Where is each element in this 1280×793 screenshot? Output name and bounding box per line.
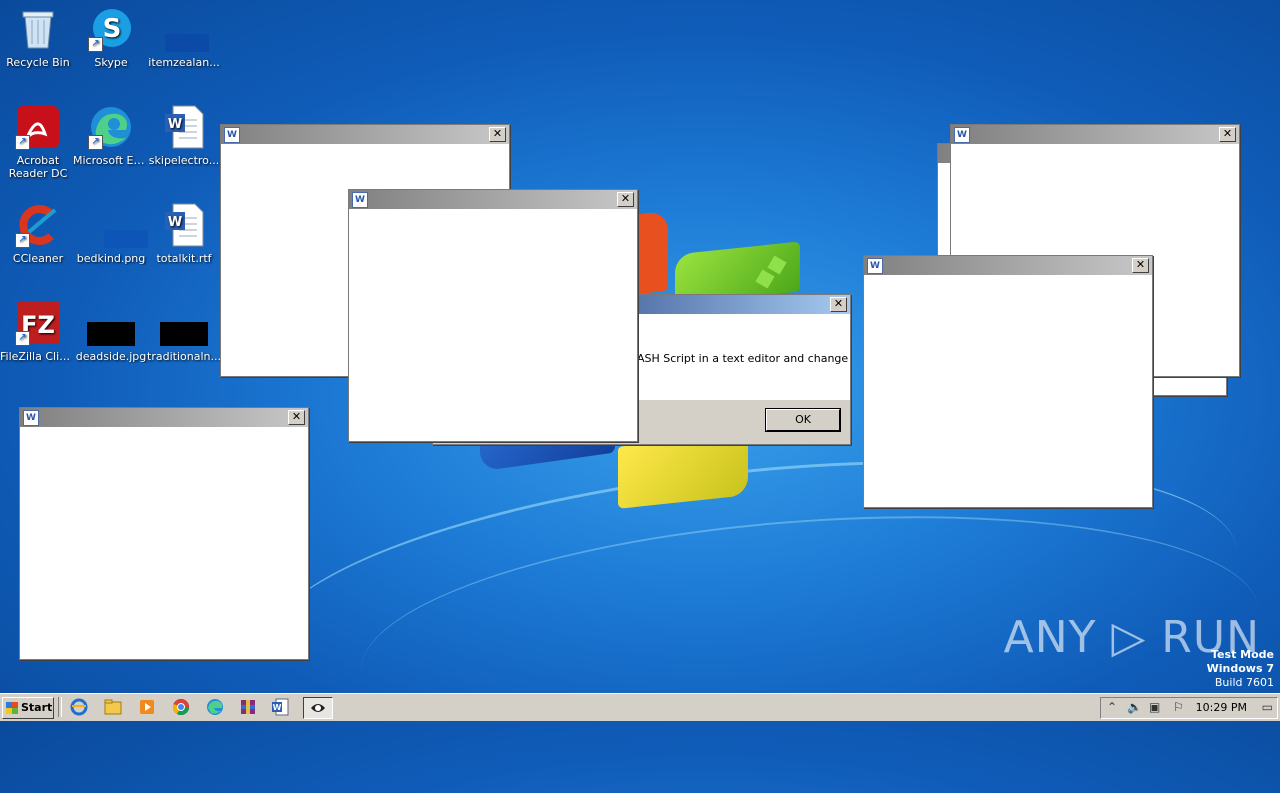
- recycle-bin-icon: [15, 6, 61, 52]
- shortcut-arrow-icon: ↗: [88, 135, 103, 150]
- desktop-icon-label: totalkit.rtf: [156, 252, 212, 265]
- word-document-icon: W: [161, 104, 207, 150]
- desktop-icon-ccleaner[interactable]: ↗ CCleaner: [0, 202, 76, 265]
- window-titlebar[interactable]: W ✕: [20, 408, 308, 427]
- filezilla-icon: FZ ↗: [15, 300, 61, 346]
- edge-icon: ↗: [88, 104, 134, 150]
- desktop-icon-label: Skype: [94, 56, 128, 69]
- test-mode-notice: Test Mode Windows 7 Build 7601: [1207, 648, 1274, 690]
- svg-text:W: W: [168, 117, 182, 132]
- media-player-icon[interactable]: [135, 697, 159, 717]
- word-document-icon: W: [161, 202, 207, 248]
- desktop-icon-itemzealan[interactable]: itemzealan...: [146, 6, 222, 69]
- svg-text:W: W: [168, 215, 182, 230]
- test-mode-line: Test Mode: [1211, 648, 1274, 661]
- image-file-icon: [88, 202, 148, 248]
- word-app-icon: W: [224, 127, 240, 143]
- word-app-icon: W: [954, 127, 970, 143]
- desktop-icon-label: itemzealan...: [148, 56, 220, 69]
- start-button[interactable]: Start: [2, 697, 54, 719]
- close-button[interactable]: ✕: [489, 127, 506, 142]
- image-file-icon: [87, 300, 135, 346]
- word-app-icon: W: [867, 258, 883, 274]
- desktop-icon-label: CCleaner: [12, 252, 64, 265]
- close-button[interactable]: ✕: [830, 297, 847, 312]
- desktop-icon-label: bedkind.png: [76, 252, 146, 265]
- shortcut-arrow-icon: ↗: [88, 37, 103, 52]
- speaker-icon[interactable]: 🔈: [1127, 700, 1142, 714]
- start-label: Start: [21, 701, 53, 714]
- test-mode-line: Build 7601: [1214, 676, 1274, 689]
- winrar-icon[interactable]: [236, 697, 260, 717]
- desktop-icon-bedkind[interactable]: bedkind.png: [73, 202, 149, 265]
- desktop-icon-label: skipelectro...: [148, 154, 220, 167]
- taskbar-separator: [58, 697, 62, 717]
- window-titlebar[interactable]: W ✕: [951, 125, 1239, 144]
- desktop-icon-skype[interactable]: S ↗ Skype: [73, 6, 149, 69]
- message-text: ASH Script in a text editor and change: [637, 352, 849, 365]
- taskbar-active-app-button[interactable]: [303, 697, 333, 719]
- chevron-up-icon[interactable]: ⌃: [1107, 700, 1117, 714]
- desktop-icon-label: Acrobat Reader DC: [8, 154, 68, 180]
- desktop-icon-label: traditionaln...: [147, 350, 221, 363]
- word-app-icon: W: [23, 410, 39, 426]
- edge-icon[interactable]: [203, 697, 227, 717]
- close-button[interactable]: ✕: [1219, 127, 1236, 142]
- skype-icon: S ↗: [88, 6, 134, 52]
- chrome-icon[interactable]: [169, 697, 193, 717]
- close-button[interactable]: ✕: [288, 410, 305, 425]
- desktop-icon-label: FileZilla Client: [0, 350, 76, 363]
- system-tray: ⌃ 🔈 ▣ ⚐ 10:29 PM ▭: [1100, 697, 1278, 719]
- file-icon: [160, 300, 208, 346]
- ok-button[interactable]: OK: [765, 408, 841, 432]
- windows-flag-icon: [6, 702, 18, 714]
- desktop-icon-edge[interactable]: ↗ Microsoft Edge: [73, 104, 149, 167]
- document-window[interactable]: W ✕: [19, 407, 309, 660]
- desktop-icon-totalkit[interactable]: W totalkit.rtf: [146, 202, 222, 265]
- document-window[interactable]: W ✕: [348, 189, 638, 442]
- taskbar: Start W ⌃ 🔈 ▣ ⚐ 10:29 PM ▭: [0, 693, 1280, 721]
- desktop-icon-recycle-bin[interactable]: Recycle Bin: [0, 6, 76, 69]
- shortcut-arrow-icon: ↗: [15, 233, 30, 248]
- svg-text:S: S: [103, 14, 122, 44]
- network-icon[interactable]: ▣: [1149, 700, 1160, 714]
- document-window[interactable]: W ✕: [863, 255, 1153, 508]
- window-titlebar[interactable]: W ✕: [864, 256, 1152, 275]
- close-button[interactable]: ✕: [617, 192, 634, 207]
- desktop-icon-traditionaln[interactable]: traditionaln...: [146, 300, 222, 363]
- desktop-icon-label: deadside.jpg: [75, 350, 147, 363]
- window-titlebar[interactable]: W ✕: [349, 190, 637, 209]
- close-button[interactable]: ✕: [1132, 258, 1149, 273]
- desktop-icon-deadside[interactable]: deadside.jpg: [73, 300, 149, 363]
- ccleaner-icon: ↗: [15, 202, 61, 248]
- window-titlebar[interactable]: W ✕: [221, 125, 509, 144]
- desktop-icon-label: Microsoft Edge: [73, 154, 149, 167]
- test-mode-line: Windows 7: [1206, 662, 1274, 675]
- word-icon[interactable]: W: [268, 697, 292, 717]
- desktop-icon-acrobat[interactable]: ↗ Acrobat Reader DC: [0, 104, 76, 180]
- svg-text:W: W: [273, 703, 282, 712]
- desktop-icon-skipelectro[interactable]: W skipelectro...: [146, 104, 222, 167]
- desktop-icon-label: Recycle Bin: [6, 56, 70, 69]
- shortcut-arrow-icon: ↗: [15, 135, 30, 150]
- action-center-flag-icon[interactable]: ⚐: [1173, 700, 1184, 714]
- shortcut-arrow-icon: ↗: [15, 331, 30, 346]
- ie-icon[interactable]: [67, 697, 91, 717]
- show-desktop-icon[interactable]: ▭: [1262, 700, 1273, 714]
- explorer-icon[interactable]: [101, 697, 125, 717]
- desktop-icon-filezilla[interactable]: FZ ↗ FileZilla Client: [0, 300, 76, 363]
- file-icon: [161, 6, 209, 52]
- clock[interactable]: 10:29 PM: [1196, 701, 1247, 714]
- word-app-icon: W: [352, 192, 368, 208]
- acrobat-icon: ↗: [15, 104, 61, 150]
